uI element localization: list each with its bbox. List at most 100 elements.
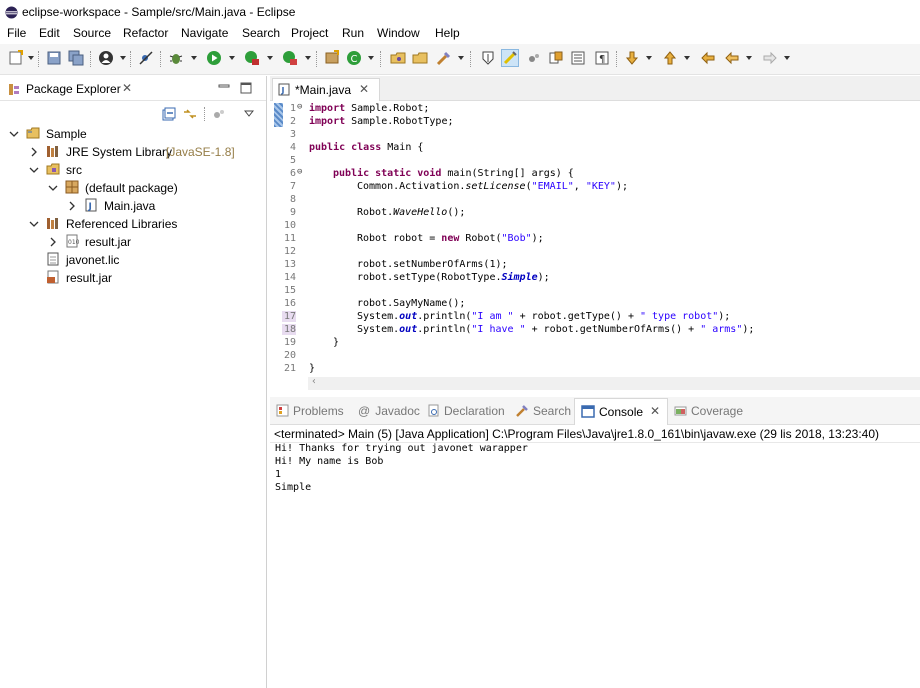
line-number: 8 xyxy=(289,194,296,205)
tab-console[interactable]: Console ✕ xyxy=(574,398,668,425)
last-edit-icon[interactable] xyxy=(700,50,716,66)
run-icon[interactable] xyxy=(206,50,222,66)
toggle-mark-occurrences-icon[interactable] xyxy=(480,50,496,66)
menu-edit[interactable]: Edit xyxy=(39,26,60,40)
code-text: Robot. xyxy=(357,207,394,218)
toggle-highlight-icon[interactable] xyxy=(501,49,519,67)
tree-label: javonet.lic xyxy=(66,253,120,267)
tab-declaration[interactable]: Declaration xyxy=(427,404,505,418)
window-title: eclipse-workspace - Sample/src/Main.java… xyxy=(22,5,296,19)
code-string: " arms" xyxy=(700,324,743,335)
chevron-right-icon[interactable] xyxy=(48,237,58,247)
chevron-right-icon[interactable] xyxy=(29,147,39,157)
code-keyword: public static void xyxy=(333,168,442,179)
library-icon xyxy=(47,146,58,157)
tab-search[interactable]: Search xyxy=(516,404,571,418)
view-menu-icon[interactable] xyxy=(244,110,254,118)
tree-item-javonet-lic[interactable]: javonet.lic xyxy=(0,251,266,269)
scroll-left-icon[interactable]: ‹ xyxy=(311,376,317,387)
tab-coverage[interactable]: Coverage xyxy=(674,404,743,418)
show-whitespace-icon[interactable] xyxy=(570,50,586,66)
tree-item-sample[interactable]: Sample xyxy=(0,125,266,143)
menu-refactor[interactable]: Refactor xyxy=(123,26,168,40)
link-with-editor-icon[interactable] xyxy=(183,107,197,121)
code-text: ); xyxy=(531,233,544,244)
editor-tab-main-java[interactable]: J *Main.java ✕ xyxy=(272,78,380,101)
line-number: 2 xyxy=(289,116,296,127)
menu-navigate[interactable]: Navigate xyxy=(181,26,228,40)
save-icon[interactable] xyxy=(46,50,62,66)
tab-javadoc[interactable]: @ Javadoc xyxy=(358,404,420,418)
close-tab-icon[interactable]: ✕ xyxy=(122,81,132,95)
menu-help[interactable]: Help xyxy=(435,26,460,40)
new-java-project-icon[interactable] xyxy=(324,50,340,66)
menu-project[interactable]: Project xyxy=(291,26,328,40)
tree-item-referenced-libraries[interactable]: Referenced Libraries xyxy=(0,215,266,233)
save-all-icon[interactable] xyxy=(68,50,84,66)
close-tab-icon[interactable]: ✕ xyxy=(650,404,660,418)
previous-annotation-icon[interactable] xyxy=(662,50,678,66)
line-number: 9 xyxy=(289,207,296,218)
code-keyword: import xyxy=(309,116,346,127)
account-icon[interactable] xyxy=(98,50,114,66)
chevron-right-icon[interactable] xyxy=(67,201,77,211)
library-icon xyxy=(47,218,58,229)
chevron-down-icon[interactable] xyxy=(9,129,19,139)
chevron-down-icon[interactable] xyxy=(29,165,39,175)
next-annotation-icon[interactable] xyxy=(624,50,640,66)
horizontal-scrollbar[interactable]: ‹ xyxy=(308,376,920,390)
code-editor[interactable]: 1 2 3 4 5 6 7 8 9 10 11 12 13 14 15 16 1… xyxy=(270,101,920,391)
collapse-all-icon[interactable] xyxy=(162,107,176,121)
line-number: 18 xyxy=(282,324,296,335)
minimize-icon[interactable] xyxy=(218,82,230,92)
new-class-icon[interactable]: C xyxy=(346,50,362,66)
open-folder-icon[interactable] xyxy=(412,50,428,66)
tab-label: Declaration xyxy=(444,404,505,418)
package-explorer-tab[interactable]: Package Explorer ✕ xyxy=(2,78,142,100)
menu-window[interactable]: Window xyxy=(377,26,420,40)
block-selection-icon[interactable] xyxy=(526,50,542,66)
svg-text:J: J xyxy=(281,86,285,95)
chevron-down-icon[interactable] xyxy=(48,183,58,193)
skip-breakpoints-icon[interactable] xyxy=(138,50,154,66)
code-string: " type robot" xyxy=(640,311,719,322)
menu-run[interactable]: Run xyxy=(342,26,364,40)
code-text: Main { xyxy=(381,142,424,153)
debug-icon[interactable] xyxy=(168,50,184,66)
line-number: 11 xyxy=(283,233,296,244)
code-text: Robot( xyxy=(459,233,502,244)
menu-file[interactable]: File xyxy=(7,26,26,40)
forward-icon[interactable] xyxy=(762,50,778,66)
code-text: Common.Activation. xyxy=(357,181,466,192)
code-string: "Bob" xyxy=(501,233,532,244)
declaration-icon xyxy=(428,404,439,417)
tree-item-jre-library[interactable]: JRE System Library [JavaSE-1.8] xyxy=(0,143,266,161)
fold-collapse-icon[interactable]: ⊖ xyxy=(297,167,302,177)
tree-item-result-jar[interactable]: result.jar xyxy=(0,269,266,287)
tab-problems[interactable]: Problems xyxy=(276,404,344,418)
menu-search[interactable]: Search xyxy=(242,26,280,40)
paragraph-icon[interactable]: ¶ xyxy=(594,50,610,66)
external-tools-icon[interactable] xyxy=(282,50,298,66)
fold-collapse-icon[interactable]: ⊖ xyxy=(297,102,302,112)
tree-item-main-java[interactable]: J Main.java xyxy=(0,197,266,215)
close-tab-icon[interactable]: ✕ xyxy=(359,82,369,96)
focus-icon[interactable] xyxy=(212,107,226,121)
tree-item-src[interactable]: src xyxy=(0,161,266,179)
back-icon[interactable] xyxy=(724,50,740,66)
tree-label: src xyxy=(66,163,82,177)
tree-label: (default package) xyxy=(85,181,178,195)
tree-item-result-jar-ref[interactable]: 010 result.jar xyxy=(0,233,266,251)
new-icon[interactable] xyxy=(8,50,24,66)
search-icon[interactable] xyxy=(436,50,452,66)
chevron-down-icon[interactable] xyxy=(29,219,39,229)
open-type-icon[interactable] xyxy=(390,50,406,66)
jar-icon: 010 xyxy=(66,234,79,248)
toggle-word-wrap-icon[interactable] xyxy=(548,50,564,66)
fold-toggle-icon[interactable] xyxy=(272,104,280,114)
tree-item-default-package[interactable]: (default package) xyxy=(0,179,266,197)
tree-label: Main.java xyxy=(104,199,156,213)
menu-source[interactable]: Source xyxy=(73,26,111,40)
coverage-icon[interactable] xyxy=(244,50,260,66)
maximize-icon[interactable] xyxy=(240,82,252,94)
